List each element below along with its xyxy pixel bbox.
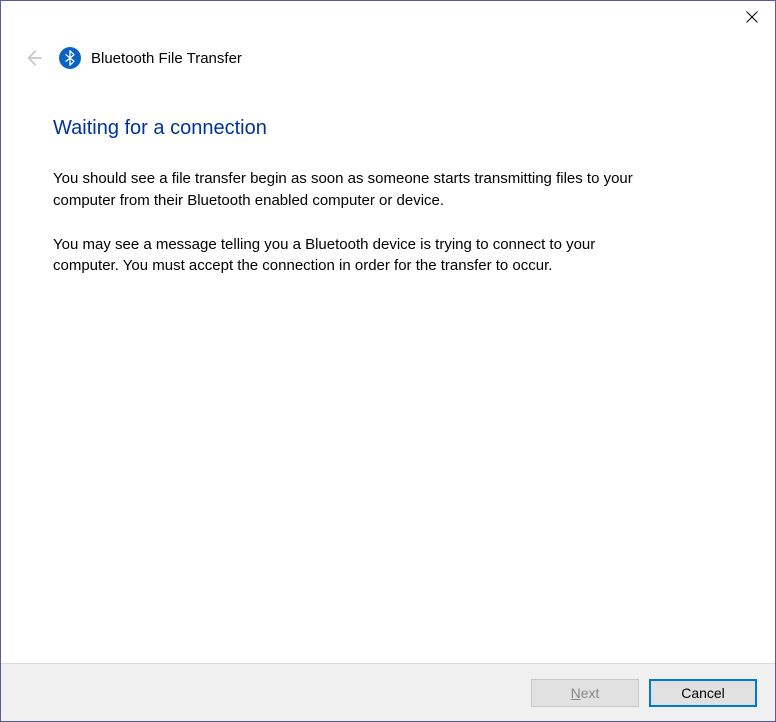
instruction-paragraph-2: You may see a message telling you a Blue… <box>53 234 663 278</box>
wizard-window: Bluetooth File Transfer Waiting for a co… <box>0 0 776 722</box>
next-mnemonic: N <box>571 685 581 701</box>
wizard-header: Bluetooth File Transfer <box>1 39 775 89</box>
content-area: Waiting for a connection You should see … <box>1 89 775 663</box>
instruction-paragraph-1: You should see a file transfer begin as … <box>53 168 663 212</box>
wizard-footer: Next Cancel <box>1 663 775 721</box>
titlebar <box>1 1 775 39</box>
close-button[interactable] <box>729 1 775 33</box>
back-arrow-icon <box>24 49 42 67</box>
page-heading: Waiting for a connection <box>53 117 723 140</box>
wizard-title: Bluetooth File Transfer <box>91 50 242 67</box>
next-button: Next <box>531 679 639 707</box>
cancel-button[interactable]: Cancel <box>649 679 757 707</box>
bluetooth-icon <box>59 47 81 69</box>
next-rest: ext <box>581 685 600 701</box>
close-icon <box>746 11 758 23</box>
back-button <box>23 48 43 68</box>
